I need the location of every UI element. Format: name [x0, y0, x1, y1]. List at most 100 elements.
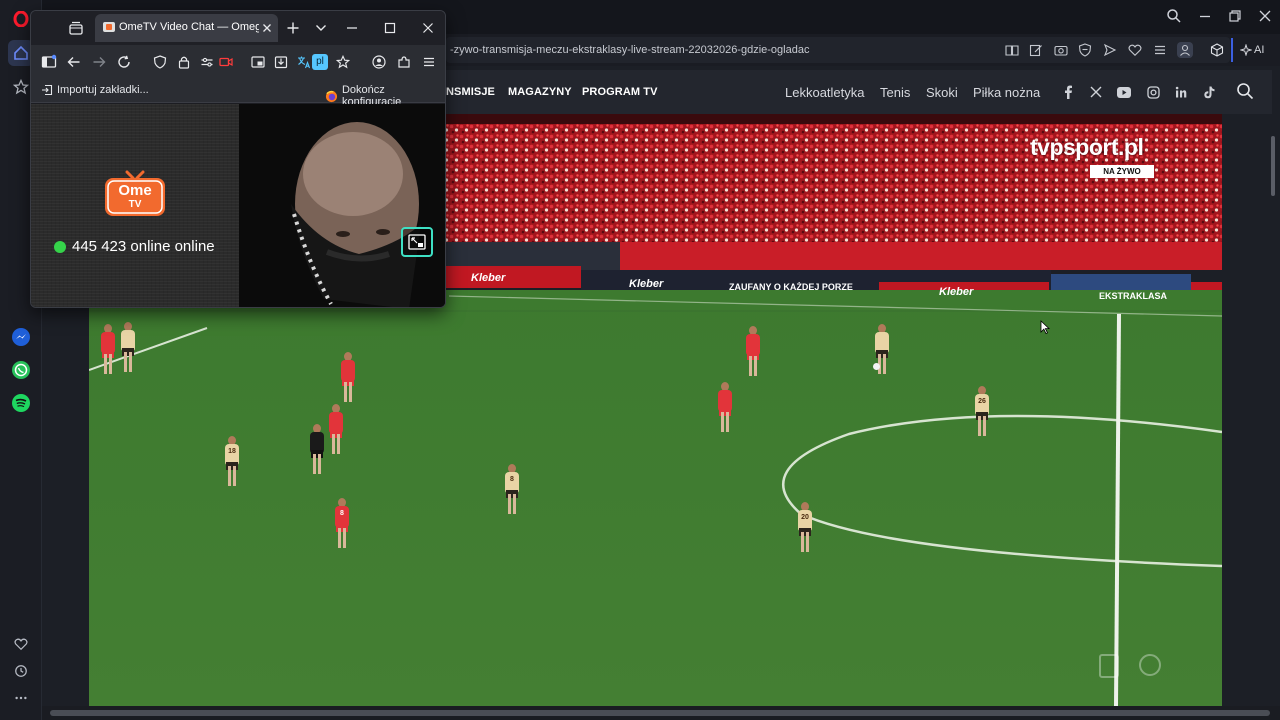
reader-icon[interactable] — [1004, 42, 1020, 58]
site-search-icon[interactable] — [1236, 82, 1254, 100]
nav-skoki[interactable]: Skoki — [926, 85, 958, 100]
ome-maximize-icon[interactable] — [381, 19, 399, 37]
nav-pilka-nozna[interactable]: Piłka nożna — [973, 85, 1040, 100]
ome-minimize-icon[interactable] — [343, 19, 361, 37]
league-logo-icon — [1139, 654, 1161, 676]
online-status-dot — [54, 241, 66, 253]
x-icon[interactable] — [1088, 84, 1104, 100]
board-ekstraklasa: EKSTRAKLASA — [1099, 291, 1168, 301]
back-icon[interactable] — [65, 53, 83, 71]
bookmark-star-icon[interactable] — [334, 53, 352, 71]
live-badge: NA ŻYWO — [1090, 165, 1154, 178]
ome-content: Ome TV 445 423 online online — [31, 104, 445, 307]
reload-icon[interactable] — [115, 53, 133, 71]
firefox-icon — [325, 90, 338, 102]
nav-tenis[interactable]: Tenis — [880, 85, 910, 100]
horizontal-scroll-thumb[interactable] — [50, 710, 1270, 716]
horizontal-scrollbar[interactable] — [42, 706, 1280, 720]
permissions-icon[interactable] — [198, 53, 216, 71]
player-number: 26 — [978, 398, 986, 405]
pip-icon[interactable] — [249, 53, 267, 71]
vertical-scrollbar[interactable] — [1268, 114, 1278, 706]
camera-icon[interactable] — [1053, 42, 1069, 58]
restore-icon[interactable] — [1227, 8, 1243, 24]
new-tab-icon[interactable] — [284, 19, 302, 37]
close-icon[interactable] — [1257, 8, 1273, 24]
bookmarks-bar: Importuj zakładki... Dokończ konfiguracj… — [31, 79, 445, 108]
player-number: 8 — [340, 510, 344, 517]
webcam-person — [239, 104, 445, 307]
ometv-browser-window[interactable]: OmeTV Video Chat — Omegle pl Importuj za… — [30, 10, 446, 308]
mouse-cursor-icon — [1040, 320, 1050, 334]
player-number: 20 — [801, 514, 809, 521]
ai-sparkle-icon — [1240, 44, 1252, 56]
sidebar-toggle-icon[interactable] — [40, 53, 58, 71]
cube-icon[interactable] — [1209, 42, 1225, 58]
nav-lekkoatletyka[interactable]: Lekkoatletyka — [785, 85, 865, 100]
ekstraklasa-logo-icon — [1099, 654, 1119, 678]
profile-icon[interactable] — [1177, 42, 1193, 58]
sidebar-divider — [1231, 38, 1233, 62]
expand-video-icon[interactable] — [401, 227, 433, 257]
translate-language-badge[interactable]: pl — [312, 54, 328, 70]
edit-icon[interactable] — [1028, 42, 1044, 58]
import-bookmarks-label: Importuj zakładki... — [57, 84, 149, 96]
instagram-icon[interactable] — [1145, 84, 1161, 100]
tab-manager-icon[interactable] — [67, 19, 85, 37]
save-page-icon[interactable] — [272, 53, 290, 71]
tab-favicon-icon — [103, 22, 115, 32]
ome-navbar: pl — [31, 45, 445, 79]
partner-video-panel: Ome TV 445 423 online online — [31, 104, 239, 307]
lock-icon[interactable] — [175, 53, 193, 71]
tracking-shield-icon[interactable] — [151, 53, 169, 71]
board-zaufany: ZAUFANY O KAŻDEJ PORZE — [729, 282, 853, 292]
nav-program-tv[interactable]: PROGRAM TV — [582, 86, 658, 98]
board-kleber-2: Kleber — [629, 278, 664, 290]
youtube-icon[interactable] — [1116, 84, 1132, 100]
ome-close-icon[interactable] — [419, 19, 437, 37]
spotify-icon[interactable] — [8, 390, 34, 416]
forward-icon[interactable] — [90, 53, 108, 71]
tvpsport-watermark: tvpsport.pl — [1030, 134, 1144, 160]
ai-label: AI — [1254, 44, 1265, 56]
send-icon[interactable] — [1102, 42, 1118, 58]
self-camera-panel — [239, 104, 445, 307]
nav-magazyny[interactable]: MAGAZYNY — [508, 86, 572, 98]
online-count: 445 423 online online — [72, 238, 215, 255]
ometv-logo[interactable]: Ome TV — [103, 166, 167, 218]
shield-block-icon[interactable] — [1077, 42, 1093, 58]
whatsapp-icon[interactable] — [8, 357, 34, 383]
menu-list-icon[interactable] — [1152, 42, 1168, 58]
logo-tv-text: TV — [128, 199, 142, 210]
hamburger-menu-icon[interactable] — [420, 53, 438, 71]
import-bookmarks-item[interactable]: Importuj zakładki... — [41, 84, 149, 96]
more-icon[interactable] — [8, 685, 34, 711]
import-icon — [42, 84, 53, 96]
logo-ome-text: Ome — [118, 182, 152, 199]
player-number: 18 — [228, 448, 236, 455]
linkedin-icon[interactable] — [1173, 84, 1189, 100]
messenger-icon[interactable] — [8, 324, 34, 350]
board-kleber-3: Kleber — [939, 286, 974, 298]
tiktok-icon[interactable] — [1201, 84, 1217, 100]
facebook-icon[interactable] — [1060, 84, 1076, 100]
translate-icon[interactable] — [295, 53, 313, 71]
minimize-icon[interactable] — [1197, 8, 1213, 24]
search-icon[interactable] — [1166, 8, 1182, 24]
tab-close-icon[interactable] — [260, 21, 274, 35]
account-icon[interactable] — [370, 53, 388, 71]
nav-transmisje[interactable]: NSMISJE — [446, 86, 495, 98]
camera-on-icon[interactable] — [217, 53, 235, 71]
tab-list-chevron-icon[interactable] — [312, 19, 330, 37]
heart-icon[interactable] — [8, 631, 34, 657]
ome-tab[interactable]: OmeTV Video Chat — Omegle — [95, 14, 278, 42]
ome-tabbar: OmeTV Video Chat — Omegle — [31, 11, 445, 45]
ball — [873, 363, 880, 370]
tab-title: OmeTV Video Chat — Omegle — [119, 21, 259, 33]
board-kleber-1: Kleber — [471, 272, 506, 284]
ai-button[interactable]: AI — [1240, 41, 1276, 59]
favorite-heart-icon[interactable] — [1127, 42, 1143, 58]
history-icon[interactable] — [8, 658, 34, 684]
extensions-icon[interactable] — [395, 53, 413, 71]
vertical-scroll-thumb[interactable] — [1271, 136, 1275, 196]
